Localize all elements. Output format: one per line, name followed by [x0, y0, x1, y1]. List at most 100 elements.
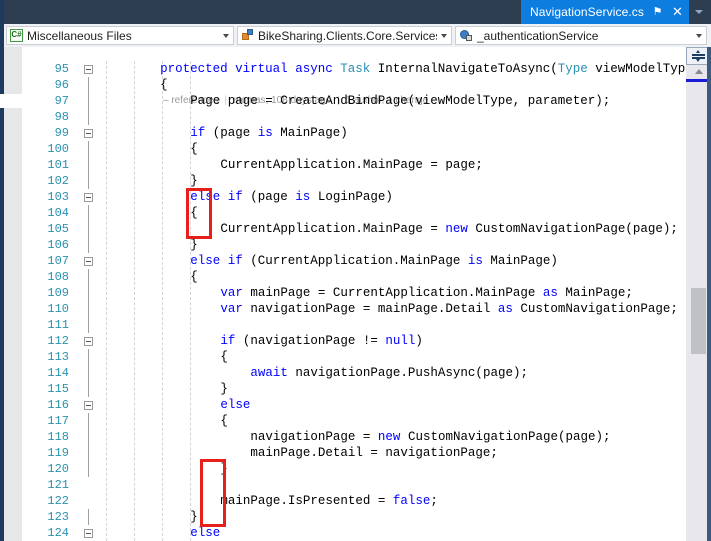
code-line[interactable]: 110 var navigationPage = mainPage.Detail …	[0, 301, 686, 317]
line-number: 122	[47, 494, 69, 508]
code-token: mainPage.IsPresented =	[220, 494, 393, 508]
code-line[interactable]: 97 Page page = CreateAndBindPage(viewMode…	[0, 93, 686, 109]
fold-guide-line	[88, 109, 89, 125]
fold-guide-line	[88, 237, 89, 253]
fold-collapse-icon[interactable]	[84, 257, 93, 266]
code-token: {	[190, 142, 198, 156]
fold-collapse-icon[interactable]	[84, 529, 93, 538]
line-number: 97	[54, 94, 69, 108]
code-line[interactable]: 124 else	[0, 525, 686, 541]
document-tab-strip: NavigationService.cs ⚑ ✕	[0, 0, 711, 24]
line-number: 119	[47, 446, 69, 460]
code-line[interactable]: 105 CurrentApplication.MainPage = new Cus…	[0, 221, 686, 237]
fold-collapse-icon[interactable]	[84, 193, 93, 202]
code-token: }	[190, 238, 198, 252]
line-number: 118	[47, 430, 69, 444]
code-line[interactable]: 114 await navigationPage.PushAsync(page);	[0, 365, 686, 381]
line-number: 98	[54, 110, 69, 124]
code-line[interactable]: 100 {	[0, 141, 686, 157]
code-text: {	[190, 269, 198, 285]
class-icon	[241, 29, 254, 42]
scrollbar-thumb[interactable]	[691, 288, 706, 354]
code-text: {	[190, 205, 198, 221]
code-line[interactable]: 113 {	[0, 349, 686, 365]
vertical-scrollbar-column[interactable]	[686, 47, 711, 541]
fold-guide-line	[88, 221, 89, 237]
tab-label: NavigationService.cs	[529, 5, 644, 19]
fold-guide-line	[88, 365, 89, 381]
code-editor[interactable]: – references | etomas, 108 days ago | 1 …	[0, 47, 711, 541]
code-line[interactable]: 111	[0, 317, 686, 333]
code-text: var navigationPage = mainPage.Detail as …	[220, 301, 678, 317]
code-token: )	[415, 334, 423, 348]
code-token: navigationPage =	[250, 430, 378, 444]
code-line[interactable]: 98	[0, 109, 686, 125]
code-text: CurrentApplication.MainPage = new Custom…	[220, 221, 678, 237]
line-number: 124	[47, 526, 69, 540]
fold-collapse-icon[interactable]	[84, 129, 93, 138]
fold-collapse-icon[interactable]	[84, 65, 93, 74]
code-line[interactable]: 109 var mainPage = CurrentApplication.Mai…	[0, 285, 686, 301]
line-number: 103	[47, 190, 69, 204]
code-line[interactable]: 95 protected virtual async Task InternalN…	[0, 61, 711, 77]
line-number: 100	[47, 142, 69, 156]
fold-collapse-icon[interactable]	[84, 401, 93, 410]
code-line[interactable]: 117 {	[0, 413, 686, 429]
project-dropdown-chevron-down-icon[interactable]	[219, 33, 233, 38]
line-number: 120	[47, 462, 69, 476]
code-line[interactable]: 116 else	[0, 397, 686, 413]
line-number: 110	[47, 302, 69, 316]
code-token: navigationPage.PushAsync(page);	[287, 366, 528, 380]
fold-guide-line	[88, 157, 89, 173]
project-dropdown[interactable]: C# Miscellaneous Files	[6, 26, 234, 45]
code-line[interactable]: 108 {	[0, 269, 686, 285]
code-line[interactable]: 99 if (page is MainPage)	[0, 125, 686, 141]
member-dropdown-value: _authenticationService	[477, 28, 599, 43]
type-dropdown[interactable]: BikeSharing.Clients.Core.Services.Nav	[237, 26, 452, 45]
code-line[interactable]: 106}	[0, 237, 686, 253]
code-line[interactable]: 115}	[0, 381, 686, 397]
code-line[interactable]: 123}	[0, 509, 686, 525]
code-line[interactable]: 122 mainPage.IsPresented = false;	[0, 493, 686, 509]
chevron-down-glyph	[695, 10, 703, 14]
split-arrow-up	[696, 50, 700, 53]
code-token: await	[250, 366, 288, 380]
code-line[interactable]: 103 else if (page is LoginPage)	[0, 189, 686, 205]
split-view-glyph	[692, 50, 705, 62]
code-lines[interactable]: 95 protected virtual async Task InternalN…	[0, 61, 711, 541]
code-token: LoginPage)	[310, 190, 393, 204]
code-text: if (page is MainPage)	[190, 125, 348, 141]
tab-overflow-chevron-down-icon[interactable]	[691, 0, 707, 24]
tab-navigationservice-cs[interactable]: NavigationService.cs ⚑ ✕	[520, 0, 689, 24]
close-icon[interactable]: ✕	[671, 5, 684, 19]
code-line[interactable]: 121	[0, 477, 686, 493]
code-token: false	[392, 494, 431, 508]
code-text: protected virtual async Task InternalNav…	[160, 61, 711, 77]
code-line[interactable]: 112 if (navigationPage != null)	[0, 333, 686, 349]
code-line[interactable]: 118 navigationPage = new CustomNavigation…	[0, 429, 686, 445]
type-dropdown-chevron-down-icon[interactable]	[437, 33, 451, 38]
code-line[interactable]: 96 {	[0, 77, 686, 93]
code-line[interactable]: 120}	[0, 461, 686, 477]
member-dropdown-chevron-down-icon[interactable]	[692, 33, 706, 38]
code-line[interactable]: 102}	[0, 173, 686, 189]
private-field-icon	[459, 29, 473, 42]
code-token: MainPage)	[272, 126, 348, 140]
code-line[interactable]: 101 CurrentApplication.MainPage = page;	[0, 157, 686, 173]
fold-collapse-icon[interactable]	[84, 337, 93, 346]
code-token: var	[220, 286, 243, 300]
code-line[interactable]: 107 else if (CurrentApplication.MainPage …	[0, 253, 686, 269]
code-text: Page page = CreateAndBindPage(viewModelT…	[190, 93, 610, 109]
code-token: else	[190, 254, 221, 268]
code-token: is	[257, 126, 273, 140]
code-token: }	[220, 382, 228, 396]
code-line[interactable]: 119 mainPage.Detail = navigationPage;	[0, 445, 686, 461]
member-dropdown[interactable]: _authenticationService	[455, 26, 707, 45]
code-text: CurrentApplication.MainPage = page;	[220, 157, 483, 173]
navbar-left-border	[0, 24, 4, 47]
pin-icon[interactable]: ⚑	[651, 5, 664, 19]
window-right-border	[707, 47, 711, 541]
code-line[interactable]: 104 {	[0, 205, 686, 221]
code-token: else	[220, 398, 251, 412]
